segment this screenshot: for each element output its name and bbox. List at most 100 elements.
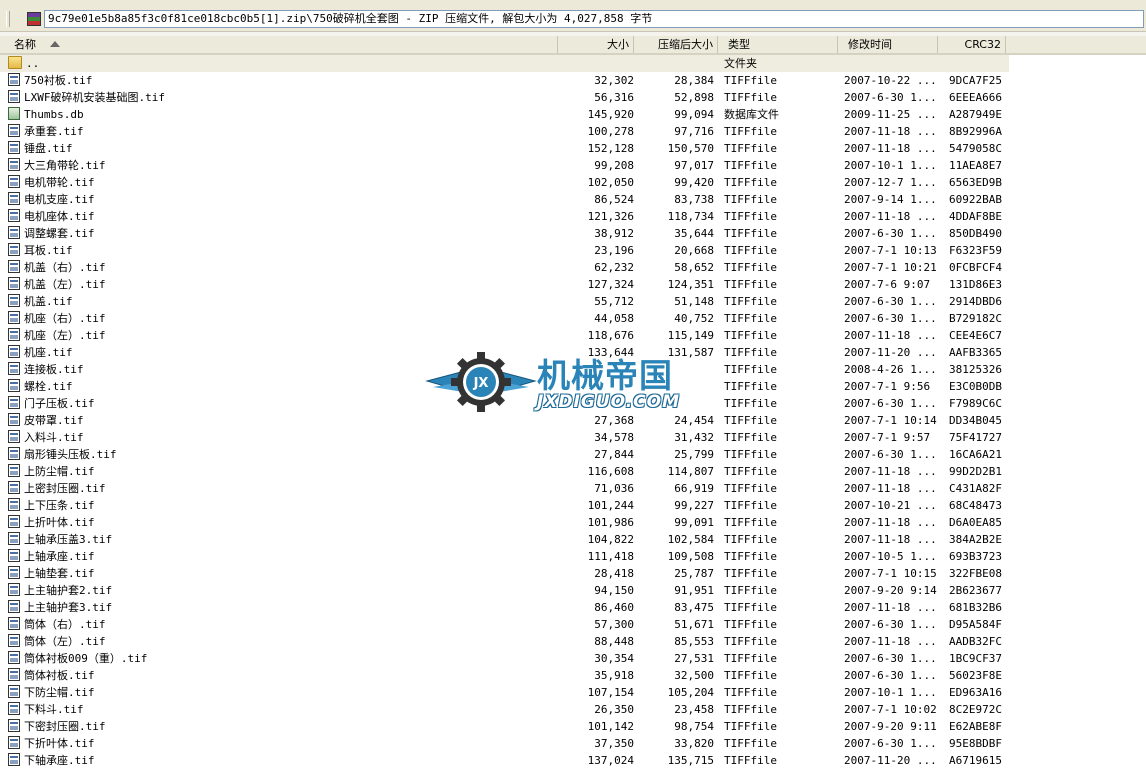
file-name-cell: 皮带罩.tif [8,412,558,429]
file-size-cell [558,395,634,412]
list-item[interactable]: 耳板.tif 23,196 20,668 TIFFfile 2007-7-1 10:13… [0,242,1146,259]
list-item[interactable]: 电机座体.tif 121,326 118,734 TIFFfile 2007-11-18… [0,208,1146,225]
list-item[interactable]: 筒体衬板.tif 35,918 32,500 TIFFfile 2007-6-30 1.… [0,667,1146,684]
file-name: 筒体衬板.tif [24,669,95,682]
archive-path-field[interactable]: 9c79e01e5b8a85f3c0f81ce018cbc0b5[1].zip\… [44,10,1144,28]
tiff-file-icon [8,192,20,205]
file-crc-cell: DD34B045 [949,414,1002,427]
file-name-cell: 上下压条.tif [8,497,558,514]
list-item[interactable]: 扇形锤头压板.tif 27,844 25,799 TIFFfile 2007-6-30 … [0,446,1146,463]
file-packed-cell: 105,204 [667,686,714,699]
file-packed-cell: 83,475 [674,601,714,614]
column-packed-header[interactable]: 压缩后大小 [634,36,718,53]
file-name: 下轴承座.tif [24,754,95,767]
zip-archive-icon [27,12,41,26]
file-crc-cell: A287949E [949,108,1002,121]
column-type-header[interactable]: 类型 [718,36,838,53]
file-packed-cell: 52,898 [674,91,714,104]
list-item[interactable]: 电机支座.tif 86,524 83,738 TIFFfile 2007-9-14 1.… [0,191,1146,208]
address-bar: 9c79e01e5b8a85f3c0f81ce018cbc0b5[1].zip\… [0,5,1146,32]
file-crc-cell: 6563ED9B [949,176,1002,189]
file-name-cell: 机盖（右）.tif [8,259,558,276]
toolbar-grip[interactable] [6,11,10,27]
list-item[interactable]: LXWF破碎机安装基础图.tif 56,316 52,898 TIFFfile 2007… [0,89,1146,106]
column-modified-header[interactable]: 修改时间 [838,36,938,53]
file-type-cell: TIFFfile [724,363,777,376]
list-item[interactable]: 上主轴护套2.tif 94,150 91,951 TIFFfile 2007-9-20 … [0,582,1146,599]
list-item[interactable]: 上密封压圈.tif 71,036 66,919 TIFFfile 2007-11-18 … [0,480,1146,497]
list-item[interactable]: 机座（右）.tif 44,058 40,752 TIFFfile 2007-6-30 1… [0,310,1146,327]
list-item[interactable]: 机盖（左）.tif 127,324 124,351 TIFFfile 2007-7-6 … [0,276,1146,293]
list-item[interactable]: 上折叶体.tif 101,986 99,091 TIFFfile 2007-11-18 … [0,514,1146,531]
file-crc-cell: 0FCBFCF4 [949,261,1002,274]
file-name-cell: 耳板.tif [8,242,558,259]
file-crc-cell: D95A584F [949,618,1002,631]
list-item[interactable]: 筒体衬板009（重）.tif 30,354 27,531 TIFFfile 2007-6… [0,650,1146,667]
file-packed-cell: 150,570 [667,142,714,155]
file-name-cell: 筒体（右）.tif [8,616,558,633]
list-item[interactable]: 下折叶体.tif 37,350 33,820 TIFFfile 2007-6-30 1.… [0,735,1146,752]
column-crc-header[interactable]: CRC32 [938,36,1006,53]
list-item[interactable]: 机盖.tif 55,712 51,148 TIFFfile 2007-6-30 1...… [0,293,1146,310]
list-item[interactable]: Thumbs.db 145,920 99,094 数据库文件 2009-11-25 ..… [0,106,1146,123]
file-crc-cell: AADB32FC [949,635,1002,648]
database-file-icon [8,107,20,120]
list-item[interactable]: 螺栓.tif TIFFfile 2007-7-1 9:56 E3C0B0DB [0,378,1146,395]
tiff-file-icon [8,515,20,528]
file-size-cell: 30,354 [594,652,634,665]
column-name-header[interactable]: 名称 [0,36,558,53]
file-type-cell: TIFFfile [724,584,777,597]
file-name: 门子压板.tif [24,397,95,410]
file-crc-cell: 850DB490 [949,227,1002,240]
list-item[interactable]: 锤盘.tif 152,128 150,570 TIFFfile 2007-11-18 .… [0,140,1146,157]
list-item[interactable]: 上轴垫套.tif 28,418 25,787 TIFFfile 2007-7-1 10:… [0,565,1146,582]
list-item[interactable]: 上轴承座.tif 111,418 109,508 TIFFfile 2007-10-5 … [0,548,1146,565]
list-item[interactable]: 入料斗.tif 34,578 31,432 TIFFfile 2007-7-1 9:57… [0,429,1146,446]
list-item[interactable]: 机座（左）.tif 118,676 115,149 TIFFfile 2007-11-1… [0,327,1146,344]
list-item[interactable]: 上轴承压盖3.tif 104,822 102,584 TIFFfile 2007-11-… [0,531,1146,548]
list-item[interactable]: 筒体（右）.tif 57,300 51,671 TIFFfile 2007-6-30 1… [0,616,1146,633]
list-item[interactable]: 调整螺套.tif 38,912 35,644 TIFFfile 2007-6-30 1.… [0,225,1146,242]
file-name: 上轴承压盖3.tif [24,533,113,546]
file-crc-cell: 95E8BDBF [949,737,1002,750]
list-item[interactable]: 电机带轮.tif 102,050 99,420 TIFFfile 2007-12-7 1… [0,174,1146,191]
list-item[interactable]: 下料斗.tif 26,350 23,458 TIFFfile 2007-7-1 10:0… [0,701,1146,718]
list-item[interactable]: 下轴承座.tif 137,024 135,715 TIFFfile 2007-11-20… [0,752,1146,769]
file-size-cell [558,378,634,395]
list-item-updir[interactable]: .. 文件夹 [0,55,1009,72]
file-type-cell: TIFFfile [724,295,777,308]
file-name: 调整螺套.tif [24,227,95,240]
file-crc-cell: E62ABE8F [949,720,1002,733]
file-crc-cell: 68C48473 [949,499,1002,512]
list-item[interactable]: 750衬板.tif 32,302 28,384 TIFFfile 2007-10-22 … [0,72,1146,89]
file-crc-cell: 99D2D2B1 [949,465,1002,478]
tiff-file-icon [8,158,20,171]
list-item[interactable]: 上下压条.tif 101,244 99,227 TIFFfile 2007-10-21 … [0,497,1146,514]
list-item[interactable]: 下防尘帽.tif 107,154 105,204 TIFFfile 2007-10-1 … [0,684,1146,701]
column-size-header[interactable]: 大小 [558,36,634,53]
list-item[interactable]: 下密封压圈.tif 101,142 98,754 TIFFfile 2007-9-20 … [0,718,1146,735]
list-item[interactable]: 上主轴护套3.tif 86,460 83,475 TIFFfile 2007-11-18… [0,599,1146,616]
list-item[interactable]: 皮带罩.tif 27,368 24,454 TIFFfile 2007-7-1 10:1… [0,412,1146,429]
file-packed-cell: 40,752 [674,312,714,325]
file-name: 连接板.tif [24,363,84,376]
file-packed-cell: 124,351 [667,278,714,291]
list-item[interactable]: 承重套.tif 100,278 97,716 TIFFfile 2007-11-18 .… [0,123,1146,140]
list-item[interactable]: 机盖（右）.tif 62,232 58,652 TIFFfile 2007-7-1 10… [0,259,1146,276]
file-packed-cell: 33,820 [674,737,714,750]
file-size-cell: 88,448 [594,635,634,648]
file-name-cell: 机盖.tif [8,293,558,310]
file-packed-cell: 28,384 [674,74,714,87]
list-item[interactable]: 上防尘帽.tif 116,608 114,807 TIFFfile 2007-11-18… [0,463,1146,480]
list-item[interactable]: 门子压板.tif TIFFfile 2007-6-30 1... F7989C6C [0,395,1146,412]
file-packed-cell: 135,715 [667,754,714,767]
list-item[interactable]: 大三角带轮.tif 99,208 97,017 TIFFfile 2007-10-1 1… [0,157,1146,174]
list-item[interactable]: 筒体（左）.tif 88,448 85,553 TIFFfile 2007-11-18 … [0,633,1146,650]
file-type-cell: TIFFfile [724,227,777,240]
list-item[interactable]: 机座.tif 133,644 131,587 TIFFfile 2007-11-20 .… [0,344,1146,361]
file-name-cell: 上主轴护套2.tif [8,582,558,599]
file-size-cell: 23,196 [594,244,634,257]
tiff-file-icon [8,668,20,681]
list-item[interactable]: 连接板.tif TIFFfile 2008-4-26 1... 38125326 [0,361,1146,378]
file-crc-cell: 6EEEA666 [949,91,1002,104]
